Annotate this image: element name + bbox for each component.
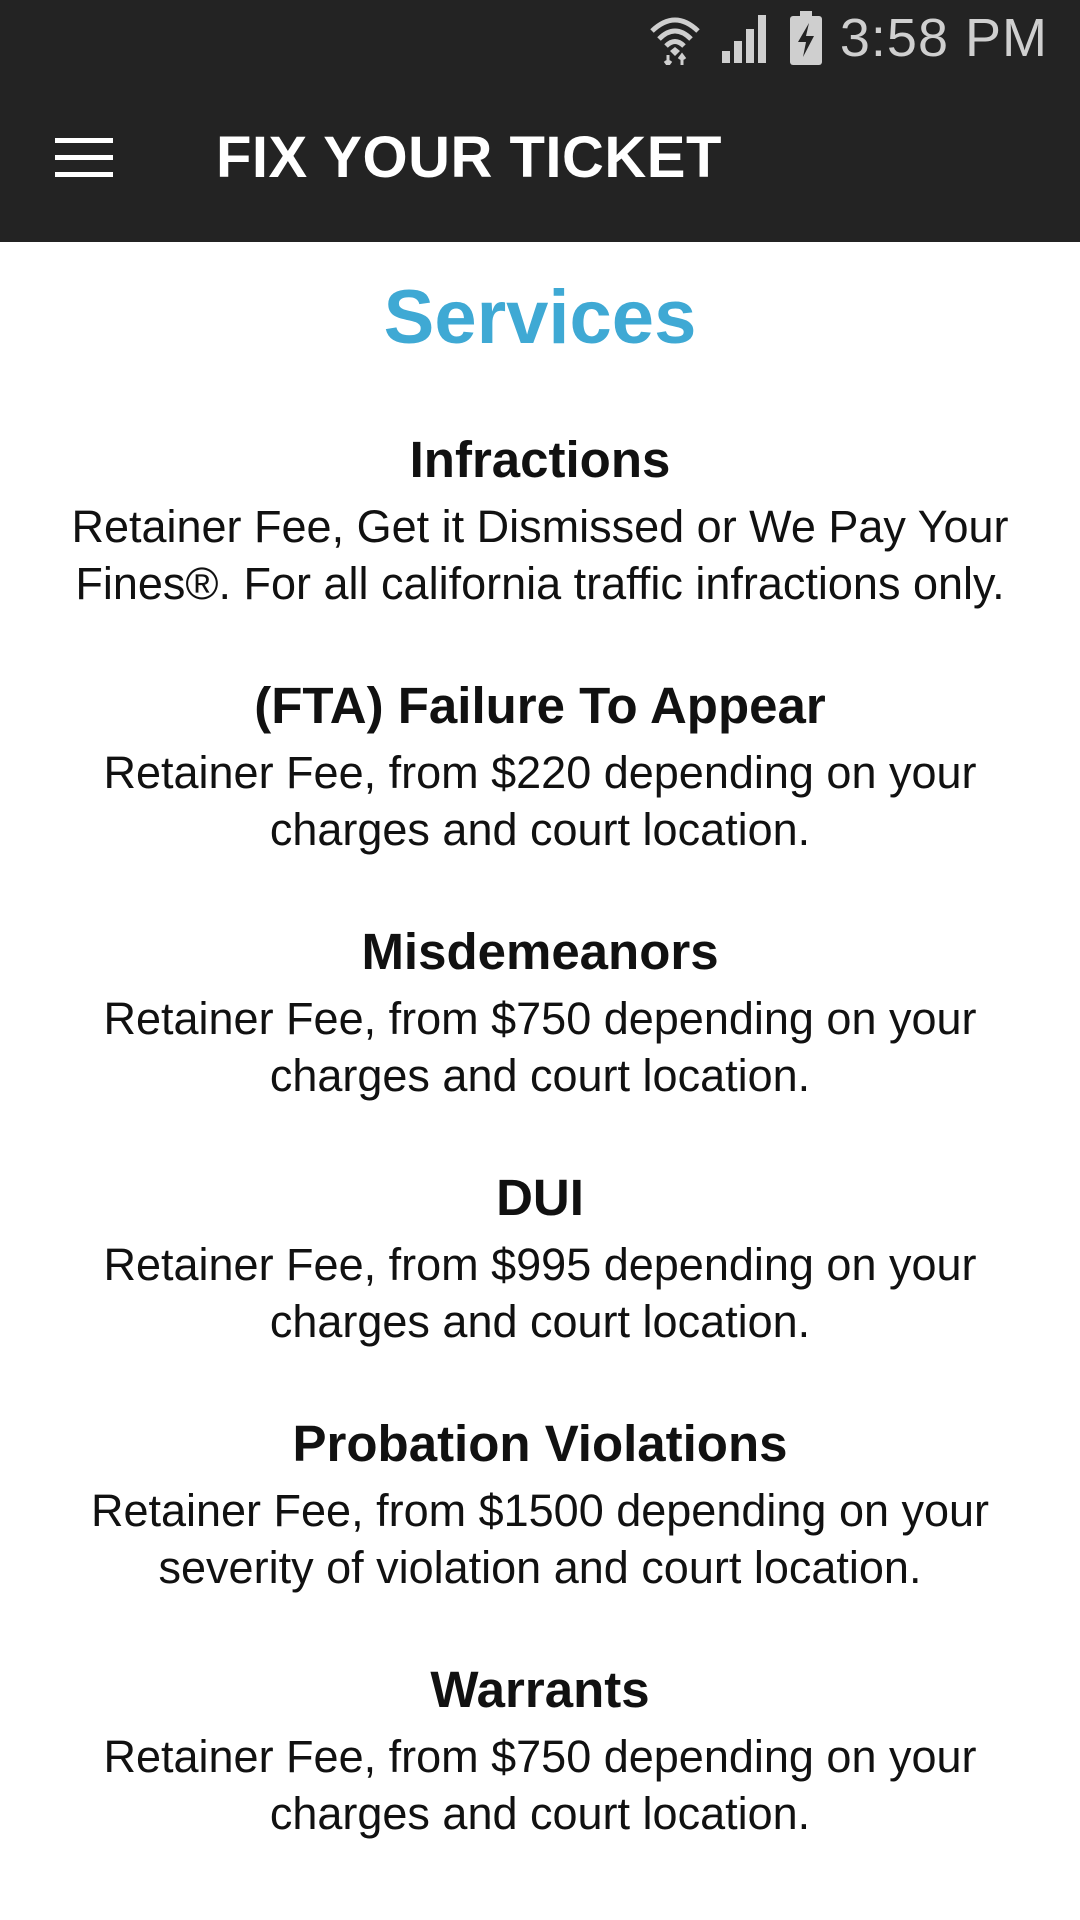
services-content: Services Infractions Retainer Fee, Get i…: [0, 242, 1080, 1842]
signal-icon: [720, 13, 772, 63]
service-item-infractions: Infractions Retainer Fee, Get it Dismiss…: [0, 428, 1080, 612]
service-description: Retainer Fee, from $1500 depending on yo…: [90, 1484, 990, 1593]
service-title: Probation Violations: [292, 1414, 788, 1472]
service-description: Retainer Fee, from $750 depending on you…: [103, 1730, 977, 1839]
app-title: FIX YOUR TICKET: [216, 125, 722, 190]
status-bar: 3:58 PM: [0, 0, 1080, 74]
service-item-dui: DUI Retainer Fee, from $995 depending on…: [0, 1166, 1080, 1350]
status-icons: 3:58 PM: [648, 8, 1048, 68]
service-title: Warrants: [430, 1660, 650, 1718]
app-bar: FIX YOUR TICKET: [0, 74, 1080, 242]
hamburger-menu-icon: [55, 138, 113, 177]
service-item-failure-to-appear: (FTA) Failure To Appear Retainer Fee, fr…: [0, 674, 1080, 858]
service-title: (FTA) Failure To Appear: [254, 676, 826, 734]
battery-charging-icon: [789, 11, 822, 65]
service-title: Misdemeanors: [361, 922, 719, 980]
service-title: Infractions: [409, 430, 671, 488]
status-time: 3:58 PM: [839, 8, 1048, 68]
wifi-icon: [648, 11, 702, 65]
service-description: Retainer Fee, Get it Dismissed or We Pay…: [71, 500, 1009, 609]
menu-button[interactable]: [44, 122, 124, 194]
service-description: Retainer Fee, from $220 depending on you…: [103, 746, 977, 855]
service-description: Retainer Fee, from $995 depending on you…: [103, 1238, 977, 1347]
service-item-probation-violations: Probation Violations Retainer Fee, from …: [0, 1412, 1080, 1596]
service-title: DUI: [496, 1168, 584, 1226]
page-title: Services: [383, 275, 697, 360]
service-item-warrants: Warrants Retainer Fee, from $750 dependi…: [0, 1658, 1080, 1842]
service-item-misdemeanors: Misdemeanors Retainer Fee, from $750 dep…: [0, 920, 1080, 1104]
service-description: Retainer Fee, from $750 depending on you…: [103, 992, 977, 1101]
